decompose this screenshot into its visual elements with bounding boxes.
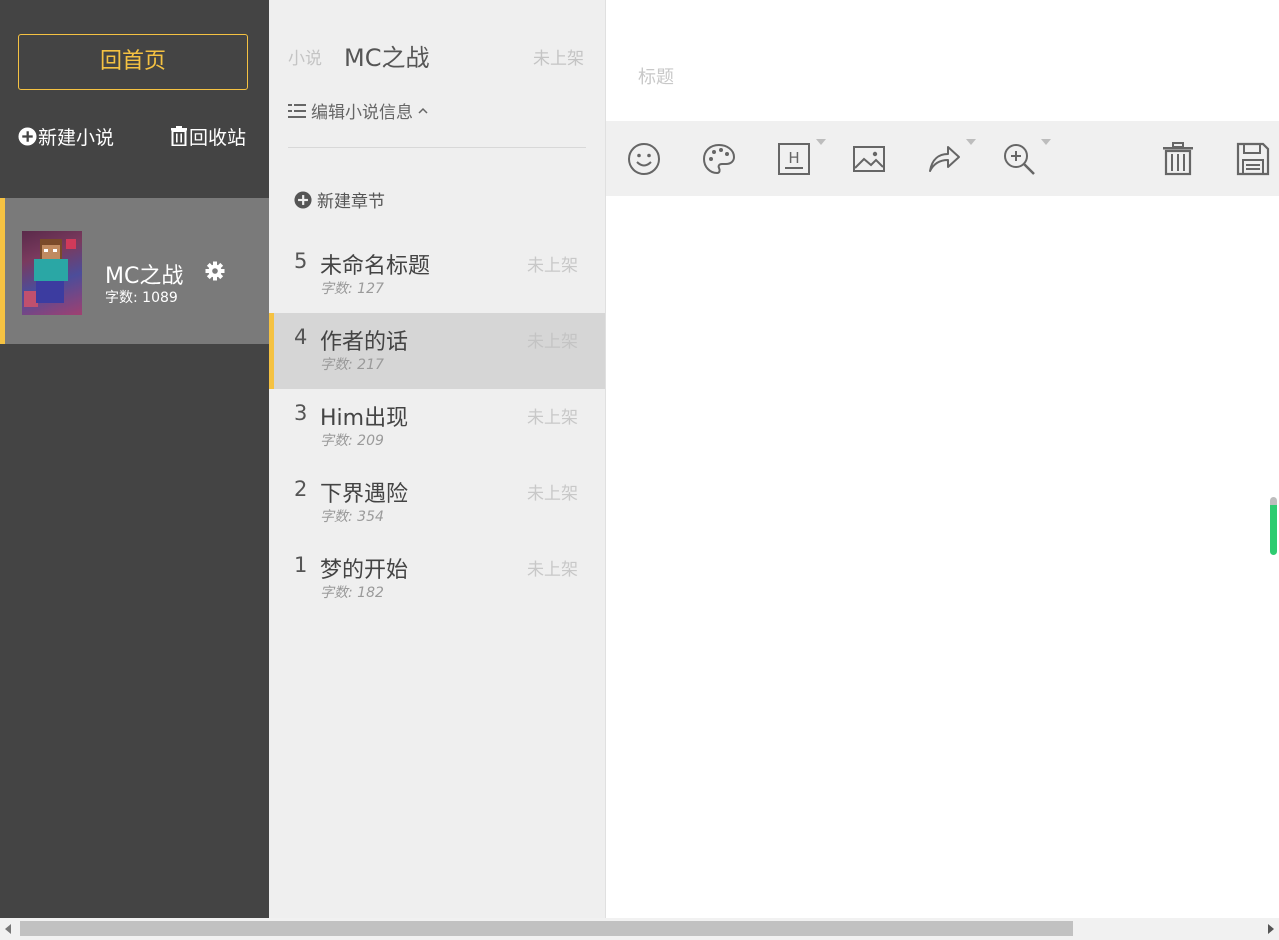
chapter-number: 2 — [294, 477, 308, 501]
chapter-number: 3 — [294, 401, 308, 425]
editor-pane: H — [606, 0, 1279, 918]
novel-word-count: 字数: 1089 — [105, 290, 178, 306]
chapter-panel: 小说 MC之战 未上架 编辑小说信息 新建章节 5 未命名标题 未上架 字数: … — [269, 0, 606, 918]
novel-title: MC之战 — [105, 264, 184, 289]
save-icon[interactable] — [1229, 135, 1277, 183]
chapter-title: 下界遇险 — [320, 482, 409, 507]
new-chapter-button[interactable]: 新建章节 — [294, 187, 385, 212]
list-icon — [288, 103, 306, 118]
chapter-number: 4 — [294, 325, 308, 349]
scrollbar-thumb[interactable] — [20, 921, 1073, 936]
zoom-icon[interactable] — [995, 135, 1051, 183]
trash-icon — [171, 126, 187, 146]
divider — [288, 147, 586, 148]
novel-cover-image — [22, 231, 82, 315]
chapter-title-input[interactable] — [636, 60, 1240, 94]
new-novel-label: 新建小说 — [38, 126, 115, 149]
palette-icon[interactable] — [695, 135, 743, 183]
chapter-number: 5 — [294, 249, 308, 273]
scroll-left-arrow-icon[interactable] — [5, 924, 11, 934]
sidebar: 回首页 新建小说 回收站 MC之战 字数: 1089 — [0, 0, 269, 918]
chapter-number: 1 — [294, 553, 308, 577]
novel-type-label: 小说 — [288, 49, 322, 69]
svg-text:H: H — [788, 149, 799, 167]
chapter-title: 梦的开始 — [320, 558, 409, 583]
chapter-word-count: 字数: 217 — [320, 357, 384, 373]
trash-icon[interactable] — [1154, 135, 1202, 183]
scroll-indicator[interactable] — [1270, 497, 1277, 555]
chapter-word-count: 字数: 354 — [320, 509, 384, 525]
new-novel-button[interactable]: 新建小说 — [18, 122, 114, 150]
novel-card[interactable]: MC之战 字数: 1089 — [0, 198, 269, 344]
chapter-item-active[interactable]: 4 作者的话 未上架 字数: 217 — [269, 313, 605, 389]
chapter-title: 未命名标题 — [320, 254, 431, 279]
emoji-icon[interactable] — [620, 135, 668, 183]
heading-icon[interactable]: H — [770, 135, 826, 183]
scroll-right-arrow-icon[interactable] — [1268, 924, 1274, 934]
home-button[interactable]: 回首页 — [18, 34, 248, 90]
chapter-word-count: 字数: 182 — [320, 585, 384, 601]
chapter-item[interactable]: 1 梦的开始 未上架 字数: 182 — [269, 541, 605, 617]
image-icon[interactable] — [845, 135, 893, 183]
gear-icon[interactable] — [205, 261, 225, 285]
edit-novel-info-label: 编辑小说信息 — [311, 103, 413, 123]
plus-circle-icon — [18, 126, 37, 146]
recycle-bin-button[interactable]: 回收站 — [170, 122, 246, 150]
chapter-status: 未上架 — [527, 484, 578, 504]
chapter-status: 未上架 — [527, 332, 578, 352]
recycle-bin-label: 回收站 — [189, 126, 247, 149]
chevron-down-icon[interactable] — [816, 139, 826, 145]
chapter-status: 未上架 — [527, 408, 578, 428]
novel-header-title: MC之战 — [344, 44, 430, 72]
editor-toolbar: H — [606, 121, 1279, 196]
chapter-status: 未上架 — [527, 560, 578, 580]
new-chapter-label: 新建章节 — [317, 192, 385, 212]
chapter-item[interactable]: 5 未命名标题 未上架 字数: 127 — [269, 237, 605, 313]
chapter-item[interactable]: 3 Him出现 未上架 字数: 209 — [269, 389, 605, 465]
novel-status-badge: 未上架 — [533, 49, 584, 69]
chevron-down-icon[interactable] — [966, 139, 976, 145]
chapter-word-count: 字数: 209 — [320, 433, 384, 449]
chapter-word-count: 字数: 127 — [320, 281, 384, 297]
chapter-title: 作者的话 — [320, 330, 409, 355]
edit-novel-info-button[interactable]: 编辑小说信息 — [288, 98, 434, 123]
chevron-up-icon — [418, 107, 428, 114]
share-icon[interactable] — [920, 135, 976, 183]
chapter-title: Him出现 — [320, 406, 409, 431]
plus-circle-icon — [294, 190, 312, 209]
chapter-item[interactable]: 2 下界遇险 未上架 字数: 354 — [269, 465, 605, 541]
chevron-down-icon[interactable] — [1041, 139, 1051, 145]
horizontal-scrollbar[interactable] — [0, 918, 1279, 940]
chapter-status: 未上架 — [527, 256, 578, 276]
